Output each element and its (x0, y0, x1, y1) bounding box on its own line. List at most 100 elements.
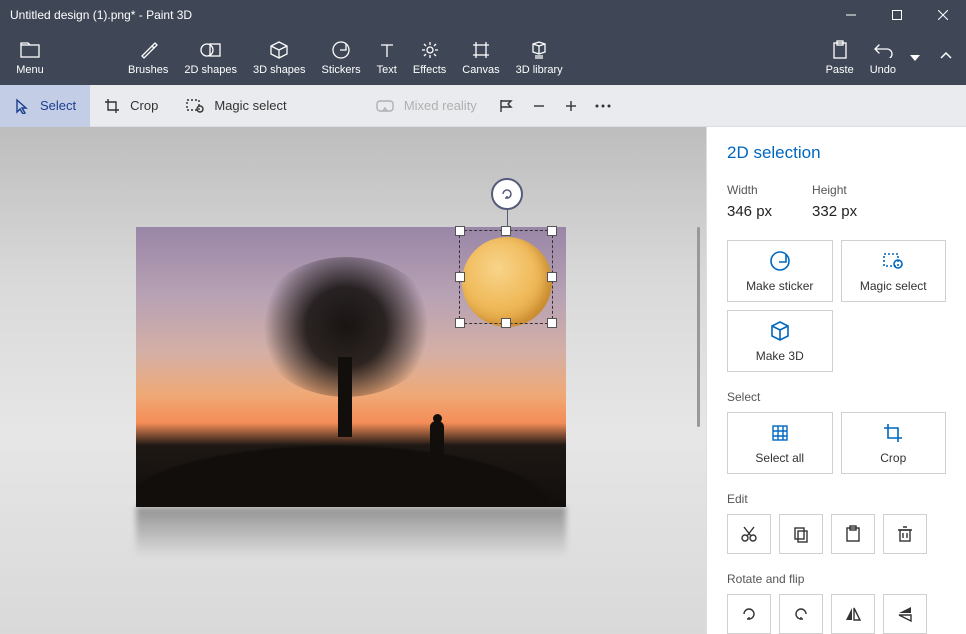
undo-dropdown[interactable] (904, 55, 926, 61)
flip-vertical-button[interactable] (883, 594, 927, 634)
magic-label: Magic select (214, 98, 286, 113)
rotate-left-button[interactable] (727, 594, 771, 634)
height-label: Height (812, 183, 857, 197)
rotate-handle[interactable] (491, 178, 523, 210)
select-all-button[interactable]: Select all (727, 412, 833, 474)
3d-shapes-icon (269, 39, 289, 61)
ribbon: Menu Brushes 2D shapes 3D shapes Sticker… (0, 30, 966, 85)
mixed-reality-icon (376, 100, 394, 112)
crop-button[interactable]: Crop (841, 412, 947, 474)
crop-tool[interactable]: Crop (90, 85, 172, 127)
zoom-out[interactable] (523, 85, 555, 127)
mixed-reality-tool: Mixed reality (362, 85, 491, 127)
select-label: Select (40, 98, 76, 113)
cube-icon (769, 320, 791, 345)
menu-button[interactable]: Menu (0, 30, 60, 85)
copy-button[interactable] (779, 514, 823, 554)
folder-icon (20, 39, 40, 61)
side-panel: 2D selection Width 346 px Height 332 px … (706, 127, 966, 634)
paste-label: Paste (826, 64, 854, 76)
ribbon-label: Brushes (128, 64, 168, 76)
cut-button[interactable] (727, 514, 771, 554)
paste-panel-button[interactable] (831, 514, 875, 554)
moon-object[interactable] (462, 237, 552, 327)
mixed-label: Mixed reality (404, 98, 477, 113)
plus-icon (564, 99, 578, 113)
ribbon-3d-library[interactable]: 3D library (508, 30, 571, 85)
close-button[interactable] (920, 0, 966, 30)
ribbon-label: Text (377, 64, 397, 76)
ribbon-label: Canvas (462, 64, 499, 76)
canvas-shadow (136, 507, 566, 557)
minus-icon (532, 99, 546, 113)
ribbon-effects[interactable]: Effects (405, 30, 454, 85)
paste-button[interactable]: Paste (818, 30, 862, 85)
panel-title: 2D selection (727, 143, 946, 163)
make-3d-label: Make 3D (756, 349, 804, 363)
height-value[interactable]: 332 px (812, 203, 857, 220)
stickers-icon (331, 39, 351, 61)
magic-select-icon (186, 99, 204, 113)
ribbon-stickers[interactable]: Stickers (314, 30, 369, 85)
hill-silhouette (136, 417, 566, 507)
magic-select-button[interactable]: Magic select (841, 240, 947, 302)
make-sticker-button[interactable]: Make sticker (727, 240, 833, 302)
ribbon-canvas[interactable]: Canvas (454, 30, 507, 85)
select-all-label: Select all (755, 451, 804, 465)
magic-select-label: Magic select (860, 279, 927, 293)
magic-select-panel-icon (882, 250, 904, 275)
undo-icon (873, 39, 893, 61)
ribbon-text[interactable]: Text (369, 30, 405, 85)
titlebar: Untitled design (1).png* - Paint 3D (0, 0, 966, 30)
tree-silhouette (256, 257, 436, 437)
make-3d-button[interactable]: Make 3D (727, 310, 833, 372)
flip-horizontal-button[interactable] (831, 594, 875, 634)
width-value[interactable]: 346 px (727, 203, 772, 220)
toolbar: Select Crop Magic select Mixed reality (0, 85, 966, 127)
ribbon-3d-shapes[interactable]: 3D shapes (245, 30, 314, 85)
ribbon-label: 3D library (516, 64, 563, 76)
sticker-icon (769, 250, 791, 275)
magic-select-tool[interactable]: Magic select (172, 85, 300, 127)
brush-icon (138, 39, 158, 61)
paste-icon (831, 39, 849, 61)
ribbon-2d-shapes[interactable]: 2D shapes (176, 30, 245, 85)
crop-icon (104, 98, 120, 114)
edit-heading: Edit (727, 492, 946, 506)
zoom-in[interactable] (555, 85, 587, 127)
crop-panel-label: Crop (880, 451, 906, 465)
3d-library-icon (529, 39, 549, 61)
vertical-scrollbar[interactable] (697, 227, 700, 427)
ribbon-brushes[interactable]: Brushes (120, 30, 176, 85)
menu-label: Menu (16, 64, 44, 76)
make-sticker-label: Make sticker (746, 279, 813, 293)
more-icon (595, 104, 611, 108)
select-heading: Select (727, 390, 946, 404)
ribbon-label: 2D shapes (184, 64, 237, 76)
width-label: Width (727, 183, 772, 197)
effects-icon (420, 39, 440, 61)
canvas-icon (471, 39, 491, 61)
select-tool[interactable]: Select (0, 85, 90, 127)
undo-button[interactable]: Undo (862, 30, 904, 85)
view-3d-tool[interactable] (491, 85, 523, 127)
delete-button[interactable] (883, 514, 927, 554)
undo-label: Undo (870, 64, 896, 76)
canvas-image[interactable] (136, 227, 566, 507)
maximize-button[interactable] (874, 0, 920, 30)
crop-panel-icon (882, 422, 904, 447)
window-title: Untitled design (1).png* - Paint 3D (10, 8, 828, 22)
flag-icon (499, 99, 515, 113)
chevron-up-icon (939, 45, 953, 67)
select-all-icon (769, 422, 791, 447)
cursor-icon (14, 98, 30, 114)
collapse-ribbon[interactable] (926, 30, 966, 85)
rotate-heading: Rotate and flip (727, 572, 946, 586)
text-icon (378, 39, 396, 61)
minimize-button[interactable] (828, 0, 874, 30)
canvas-area[interactable] (0, 127, 706, 634)
crop-label: Crop (130, 98, 158, 113)
more-tool[interactable] (587, 85, 619, 127)
rotate-right-button[interactable] (779, 594, 823, 634)
2d-shapes-icon (200, 39, 222, 61)
